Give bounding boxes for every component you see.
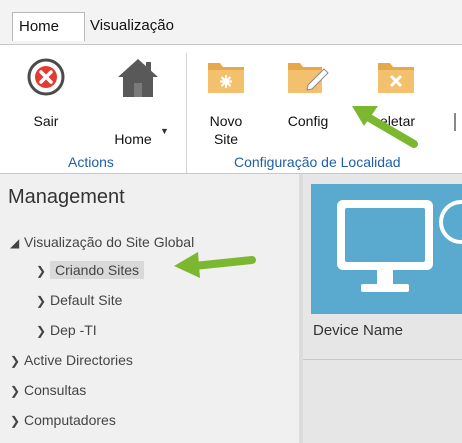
management-title: Management bbox=[8, 186, 125, 208]
annotation-arrow-config bbox=[352, 106, 418, 148]
novo-site-label-line2: Site bbox=[213, 131, 239, 147]
sair-button[interactable]: Sair bbox=[16, 53, 76, 148]
expand-arrow-icon[interactable]: ❯ bbox=[10, 409, 24, 433]
device-panel: Device Name bbox=[303, 174, 462, 443]
tree-item-criando-sites[interactable]: ❯ Criando Sites bbox=[36, 258, 145, 283]
expand-arrow-icon[interactable]: ❯ bbox=[10, 379, 24, 403]
house-icon bbox=[118, 59, 158, 97]
tree-item-label: Computadores bbox=[24, 412, 116, 428]
management-panel: Management ◢ Visualização do Site Global … bbox=[0, 174, 303, 443]
expand-arrow-icon[interactable]: ❯ bbox=[10, 349, 24, 373]
tree-item-dep-ti[interactable]: ❯ Dep -TI bbox=[36, 318, 97, 342]
tree-item-computadores[interactable]: ❯ Computadores bbox=[10, 408, 116, 432]
config-label: Config bbox=[287, 113, 329, 129]
tree-item-label: Consultas bbox=[24, 382, 87, 398]
collapse-arrow-icon[interactable]: ◢ bbox=[10, 231, 24, 255]
new-folder-icon bbox=[208, 63, 244, 93]
group-label-configuracao: Configuração de Localidad bbox=[234, 154, 401, 170]
home-button[interactable]: Home ▼ bbox=[100, 53, 180, 153]
novo-site-label-line1: Novo bbox=[209, 113, 243, 129]
tree-item-active-directories[interactable]: ❯ Active Directories bbox=[10, 348, 133, 372]
tree-item-label: Default Site bbox=[50, 292, 123, 308]
overflow-button-edge[interactable] bbox=[454, 113, 462, 131]
delete-folder-icon bbox=[378, 63, 414, 93]
tab-home[interactable]: Home bbox=[12, 12, 85, 41]
tree-item-label: Active Directories bbox=[24, 352, 133, 368]
annotation-arrow-criando-sites bbox=[174, 252, 256, 278]
ribbon-tab-bar: Home Visualização bbox=[0, 0, 462, 44]
tree-item-label: Criando Sites bbox=[50, 261, 145, 279]
edit-folder-icon bbox=[288, 63, 329, 93]
tab-visualizacao[interactable]: Visualização bbox=[84, 12, 180, 41]
group-separator bbox=[186, 53, 187, 173]
monitor-icon bbox=[337, 200, 462, 292]
config-button[interactable]: Config bbox=[276, 53, 340, 133]
device-tile[interactable] bbox=[311, 184, 462, 314]
tree-item-consultas[interactable]: ❯ Consultas bbox=[10, 378, 86, 402]
home-label: Home bbox=[114, 131, 152, 147]
close-circle-icon bbox=[27, 58, 65, 96]
expand-arrow-icon[interactable]: ❯ bbox=[36, 259, 50, 283]
tree-item-visualizacao-site-global[interactable]: ◢ Visualização do Site Global bbox=[10, 230, 194, 254]
device-name-column: Device Name bbox=[313, 322, 404, 339]
expand-arrow-icon[interactable]: ❯ bbox=[36, 289, 50, 313]
novo-site-button[interactable]: Novo Site bbox=[196, 53, 256, 153]
group-label-actions: Actions bbox=[68, 154, 114, 170]
sair-label: Sair bbox=[33, 113, 59, 129]
tree-item-default-site[interactable]: ❯ Default Site bbox=[36, 288, 122, 312]
expand-arrow-icon[interactable]: ❯ bbox=[36, 319, 50, 343]
divider bbox=[303, 359, 462, 360]
chevron-down-icon: ▼ bbox=[160, 126, 169, 136]
tree-item-label: Dep -TI bbox=[50, 322, 97, 338]
